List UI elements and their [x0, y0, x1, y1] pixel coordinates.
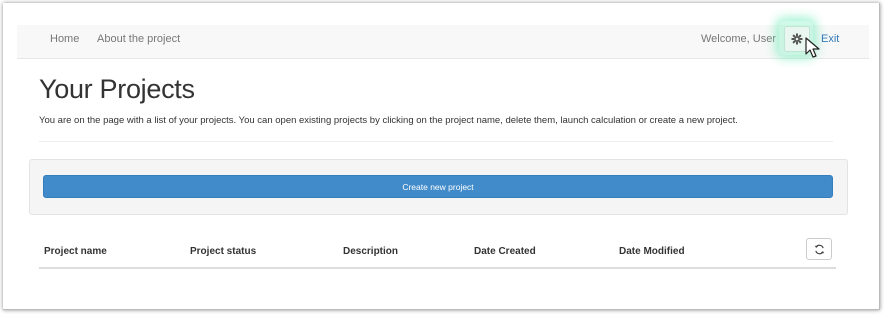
- column-project-status[interactable]: Project status: [190, 246, 256, 257]
- page-title: Your Projects: [39, 74, 195, 104]
- create-project-button[interactable]: Create new project: [43, 175, 833, 198]
- column-date-modified[interactable]: Date Modified: [619, 246, 685, 257]
- column-description[interactable]: Description: [343, 246, 398, 257]
- nav-about-link[interactable]: About the project: [97, 33, 180, 45]
- exit-link[interactable]: Exit: [821, 33, 839, 45]
- nav-home-link[interactable]: Home: [50, 33, 79, 45]
- refresh-icon: [814, 244, 824, 254]
- mouse-pointer-icon: [805, 37, 820, 58]
- welcome-text: Welcome, User: [701, 33, 776, 45]
- divider: [39, 141, 833, 142]
- refresh-button[interactable]: [806, 238, 832, 260]
- top-navbar: Home About the project Welcome, User Exi…: [17, 21, 869, 59]
- column-project-name[interactable]: Project name: [44, 246, 107, 257]
- actions-panel: Create new project: [29, 159, 848, 215]
- projects-table-header: Project name Project status Description …: [39, 238, 836, 269]
- page-description: You are on the page with a list of your …: [39, 115, 738, 126]
- gear-icon: [791, 33, 803, 45]
- settings-highlight: [779, 21, 820, 58]
- column-date-created[interactable]: Date Created: [474, 246, 536, 257]
- app-window: Home About the project Welcome, User Exi…: [3, 3, 880, 310]
